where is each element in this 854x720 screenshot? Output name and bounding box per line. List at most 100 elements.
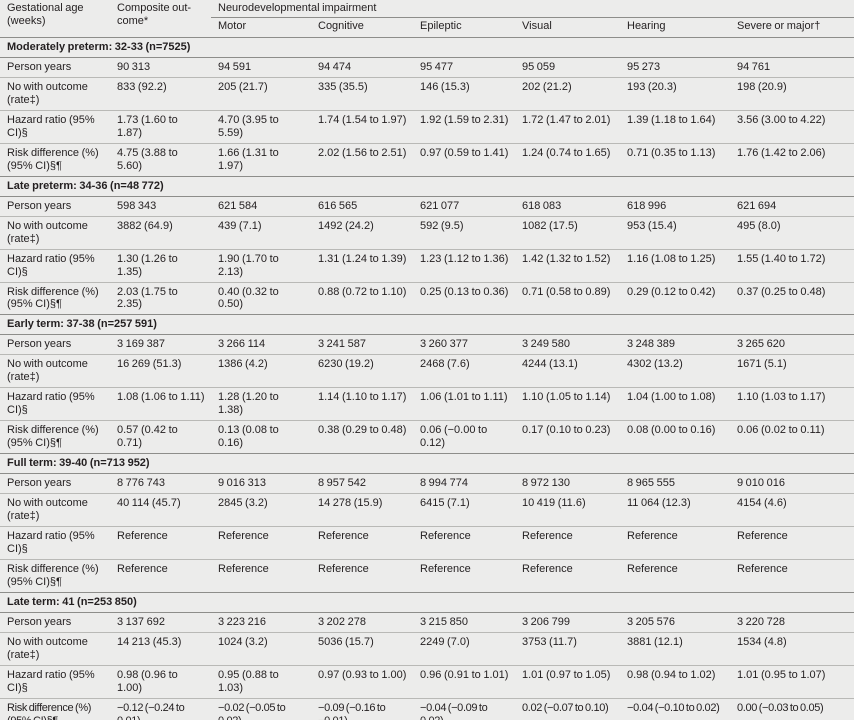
table-cell: Reference bbox=[211, 559, 311, 593]
table-cell: 0.37 (0.25 to 0.48) bbox=[730, 281, 854, 315]
table-cell: 1.31 (1.24 to 1.39) bbox=[311, 248, 413, 282]
row-label: Hazard ratio (95% CI)§ bbox=[0, 526, 110, 560]
table-cell: 1.30 (1.26 to 1.35) bbox=[110, 248, 211, 282]
table-cell: 495 (8.0) bbox=[730, 215, 854, 250]
table-cell: 4302 (13.2) bbox=[620, 354, 730, 388]
table-body: Moderately preterm: 32-33 (n=7525) Person… bbox=[0, 36, 854, 720]
table-cell: −0.09 (−0.16 to −0.01) bbox=[311, 697, 413, 720]
table-cell: 8 994 774 bbox=[413, 473, 515, 494]
table-cell: 1.10 (1.05 to 1.14) bbox=[515, 387, 620, 421]
table-cell: 1.76 (1.42 to 2.06) bbox=[730, 142, 854, 177]
table-cell: 0.96 (0.91 to 1.01) bbox=[413, 664, 515, 699]
table-row: Person years 598 343 621 584 616 565 621 077… bbox=[0, 195, 854, 217]
table-cell: 3 202 278 bbox=[311, 611, 413, 633]
section-title: Full term: 39-40 (n=713 952) bbox=[0, 453, 854, 474]
section-header-row: Moderately preterm: 32-33 (n=7525) bbox=[0, 36, 854, 58]
table-cell: 40 114 (45.7) bbox=[110, 493, 211, 527]
table-cell: 146 (15.3) bbox=[413, 76, 515, 111]
table-cell: 4154 (4.6) bbox=[730, 493, 854, 527]
row-label: Person years bbox=[0, 334, 110, 355]
table-cell: 1.72 (1.47 to 2.01) bbox=[515, 109, 620, 144]
section-title: Late preterm: 34-36 (n=48 772) bbox=[0, 175, 854, 197]
table-cell: 193 (20.3) bbox=[620, 76, 730, 111]
table-cell: Reference bbox=[311, 526, 413, 560]
table-cell: 4244 (13.1) bbox=[515, 354, 620, 388]
row-label: Person years bbox=[0, 56, 110, 78]
table-row: Hazard ratio (95% CI)§ 1.08 (1.06 to 1.11… bbox=[0, 387, 854, 421]
table-cell: Reference bbox=[515, 559, 620, 593]
table-cell: Reference bbox=[311, 559, 413, 593]
header-row-top: Gestational age (weeks) Composite out-co… bbox=[0, 0, 854, 38]
table-cell: 95 477 bbox=[413, 56, 515, 78]
table-row: Hazard ratio (95% CI)§ 0.98 (0.96 to 1.00… bbox=[0, 664, 854, 699]
table-cell: 1.01 (0.97 to 1.05) bbox=[515, 664, 620, 699]
column-header-hearing: Hearing bbox=[620, 17, 730, 38]
column-header-cognitive: Cognitive bbox=[311, 17, 413, 38]
table-row: Risk difference (%) (95% CI)§¶ Reference R… bbox=[0, 559, 854, 593]
table-cell: Reference bbox=[211, 526, 311, 560]
table-cell: 202 (21.2) bbox=[515, 76, 620, 111]
table-cell: Reference bbox=[730, 526, 854, 560]
row-label: Risk difference (%) (95% CI)§¶ bbox=[0, 420, 110, 454]
table-cell: −0.04 (−0.09 to 0.02) bbox=[413, 697, 515, 720]
table-cell: Reference bbox=[620, 559, 730, 593]
table-row: No with outcome (rate‡) 833 (92.2) 205 (21… bbox=[0, 76, 854, 111]
table-cell: 6230 (19.2) bbox=[311, 354, 413, 388]
table-cell: 1.16 (1.08 to 1.25) bbox=[620, 248, 730, 282]
table-row: Risk difference (%) (95% CI)§¶ 4.75 (3.88… bbox=[0, 142, 854, 177]
table-cell: 0.71 (0.35 to 1.13) bbox=[620, 142, 730, 177]
table-cell: 616 565 bbox=[311, 195, 413, 217]
table-cell: 3 241 587 bbox=[311, 334, 413, 355]
section-title: Early term: 37-38 (n=257 591) bbox=[0, 314, 854, 335]
table-cell: 1.08 (1.06 to 1.11) bbox=[110, 387, 211, 421]
table-cell: 14 278 (15.9) bbox=[311, 493, 413, 527]
table-cell: 1.55 (1.40 to 1.72) bbox=[730, 248, 854, 282]
row-label: Hazard ratio (95% CI)§ bbox=[0, 109, 110, 144]
row-label: No with outcome (rate‡) bbox=[0, 215, 110, 250]
table-cell: 3.56 (3.00 to 4.22) bbox=[730, 109, 854, 144]
table-cell: 3 265 620 bbox=[730, 334, 854, 355]
table-cell: 2845 (3.2) bbox=[211, 493, 311, 527]
table-row: Risk difference (%) (95% CI)§¶−0.12 (−0.… bbox=[0, 697, 854, 720]
section-header-row: Early term: 37-38 (n=257 591) bbox=[0, 314, 854, 335]
table-row: Person years 3 169 387 3 266 114 3 241 587 3… bbox=[0, 334, 854, 355]
table-cell: Reference bbox=[730, 559, 854, 593]
table-cell: 0.06 (0.02 to 0.11) bbox=[730, 420, 854, 454]
table-cell: 4.75 (3.88 to 5.60) bbox=[110, 142, 211, 177]
table-cell: 1.39 (1.18 to 1.64) bbox=[620, 109, 730, 144]
column-group-header-neurodevelopmental-impairment: Neurodevelopmental impairment bbox=[211, 0, 854, 18]
table-cell: Reference bbox=[110, 559, 211, 593]
table-cell: 3 215 850 bbox=[413, 611, 515, 633]
table-cell: 3881 (12.1) bbox=[620, 631, 730, 666]
table-cell: 2.02 (1.56 to 2.51) bbox=[311, 142, 413, 177]
table-cell: Reference bbox=[110, 526, 211, 560]
row-label: Hazard ratio (95% CI)§ bbox=[0, 248, 110, 282]
table-row: No with outcome (rate‡) 3882 (64.9) 439 (7… bbox=[0, 215, 854, 250]
table-row: Hazard ratio (95% CI)§ 1.73 (1.60 to 1.87… bbox=[0, 109, 854, 144]
table-cell: 3 206 799 bbox=[515, 611, 620, 633]
column-header-gestational-age: Gestational age (weeks) bbox=[0, 0, 110, 38]
table-cell: 2249 (7.0) bbox=[413, 631, 515, 666]
table-cell: 1.24 (0.74 to 1.65) bbox=[515, 142, 620, 177]
table-cell: 9 010 016 bbox=[730, 473, 854, 494]
table-cell: 198 (20.9) bbox=[730, 76, 854, 111]
table-cell: 0.98 (0.94 to 1.02) bbox=[620, 664, 730, 699]
table-cell: 618 083 bbox=[515, 195, 620, 217]
row-label: No with outcome (rate‡) bbox=[0, 76, 110, 111]
table-row: Person years 8 776 743 9 016 313 8 957 542 8… bbox=[0, 473, 854, 494]
table-cell: 94 474 bbox=[311, 56, 413, 78]
table-cell: 0.38 (0.29 to 0.48) bbox=[311, 420, 413, 454]
table-cell: 335 (35.5) bbox=[311, 76, 413, 111]
table-row: Risk difference (%) (95% CI)§¶ 0.57 (0.42… bbox=[0, 420, 854, 454]
table-cell: 3 205 576 bbox=[620, 611, 730, 633]
row-label: Person years bbox=[0, 195, 110, 217]
table-cell: 1.10 (1.03 to 1.17) bbox=[730, 387, 854, 421]
table-cell: 3 260 377 bbox=[413, 334, 515, 355]
table-cell: Reference bbox=[515, 526, 620, 560]
table-cell: 0.57 (0.42 to 0.71) bbox=[110, 420, 211, 454]
table-cell: 0.29 (0.12 to 0.42) bbox=[620, 281, 730, 315]
table-cell: 6415 (7.1) bbox=[413, 493, 515, 527]
table-cell: 0.25 (0.13 to 0.36) bbox=[413, 281, 515, 315]
table-cell: 14 213 (45.3) bbox=[110, 631, 211, 666]
table-row: Person years 3 137 692 3 223 216 3 202 278 3… bbox=[0, 611, 854, 633]
